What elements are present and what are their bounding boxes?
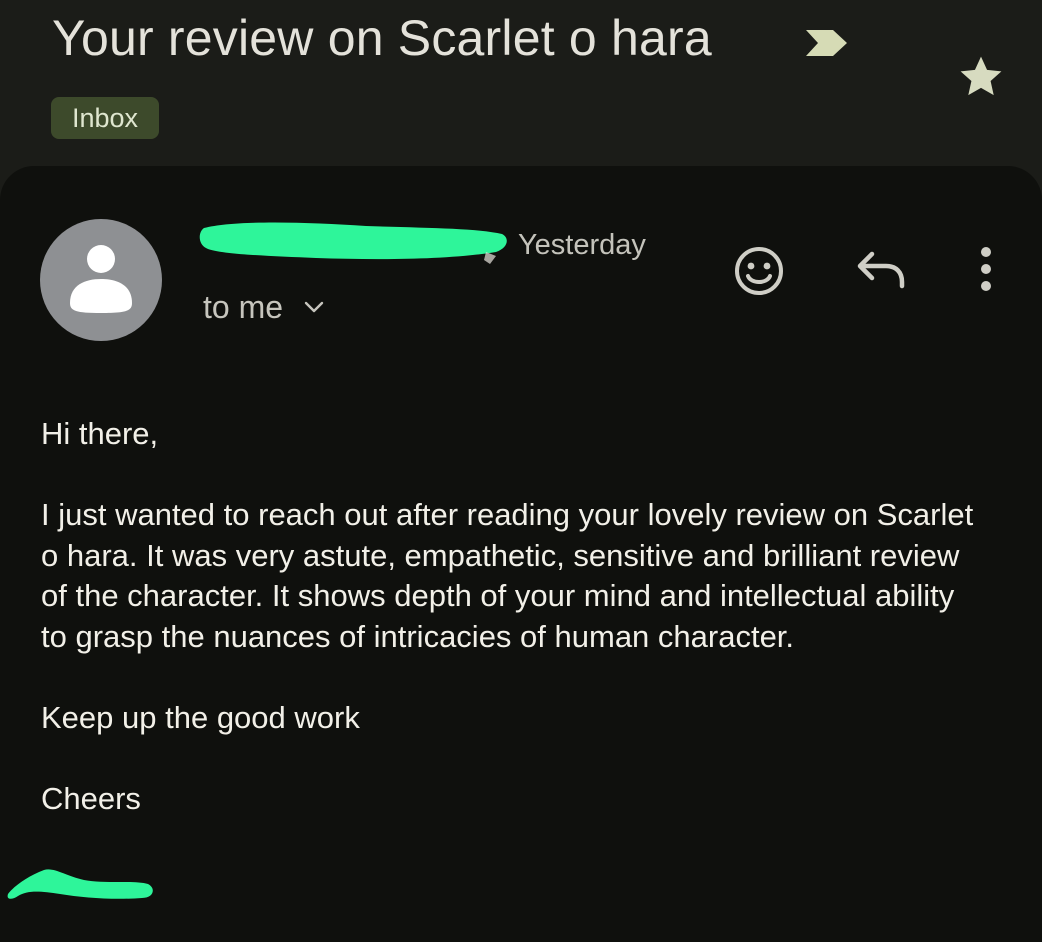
body-paragraph: I just wanted to reach out after reading…	[41, 497, 974, 654]
more-vert-icon	[981, 247, 991, 291]
more-options-button[interactable]	[966, 242, 1006, 298]
recipient-label: to me	[203, 289, 284, 325]
add-reaction-button[interactable]	[731, 243, 787, 299]
reply-button[interactable]	[852, 246, 910, 294]
sender-name-redaction	[199, 222, 507, 264]
person-icon	[70, 245, 132, 313]
reply-icon	[857, 251, 905, 289]
email-subject: Your review on Scarlet o hara	[52, 10, 712, 66]
body-signoff: Cheers	[41, 780, 141, 816]
signature-redaction	[7, 869, 153, 899]
body-greeting: Hi there,	[41, 416, 159, 451]
message-body: Hi there, I just wanted to reach out aft…	[41, 414, 981, 819]
message-timestamp: Yesterday	[518, 229, 646, 261]
add-reaction-icon	[735, 247, 783, 295]
avatar[interactable]	[40, 219, 162, 341]
recipient-details-toggle[interactable]: to me	[203, 287, 325, 327]
label-chip-inbox[interactable]: Inbox	[51, 97, 160, 139]
chevron-down-icon	[304, 301, 324, 313]
body-closing: Keep up the good work	[41, 699, 360, 735]
important-marker-icon[interactable]	[803, 28, 849, 58]
star-icon[interactable]	[954, 52, 1008, 102]
email-view: Your review on Scarlet o hara Inbox Yest…	[0, 0, 1042, 942]
